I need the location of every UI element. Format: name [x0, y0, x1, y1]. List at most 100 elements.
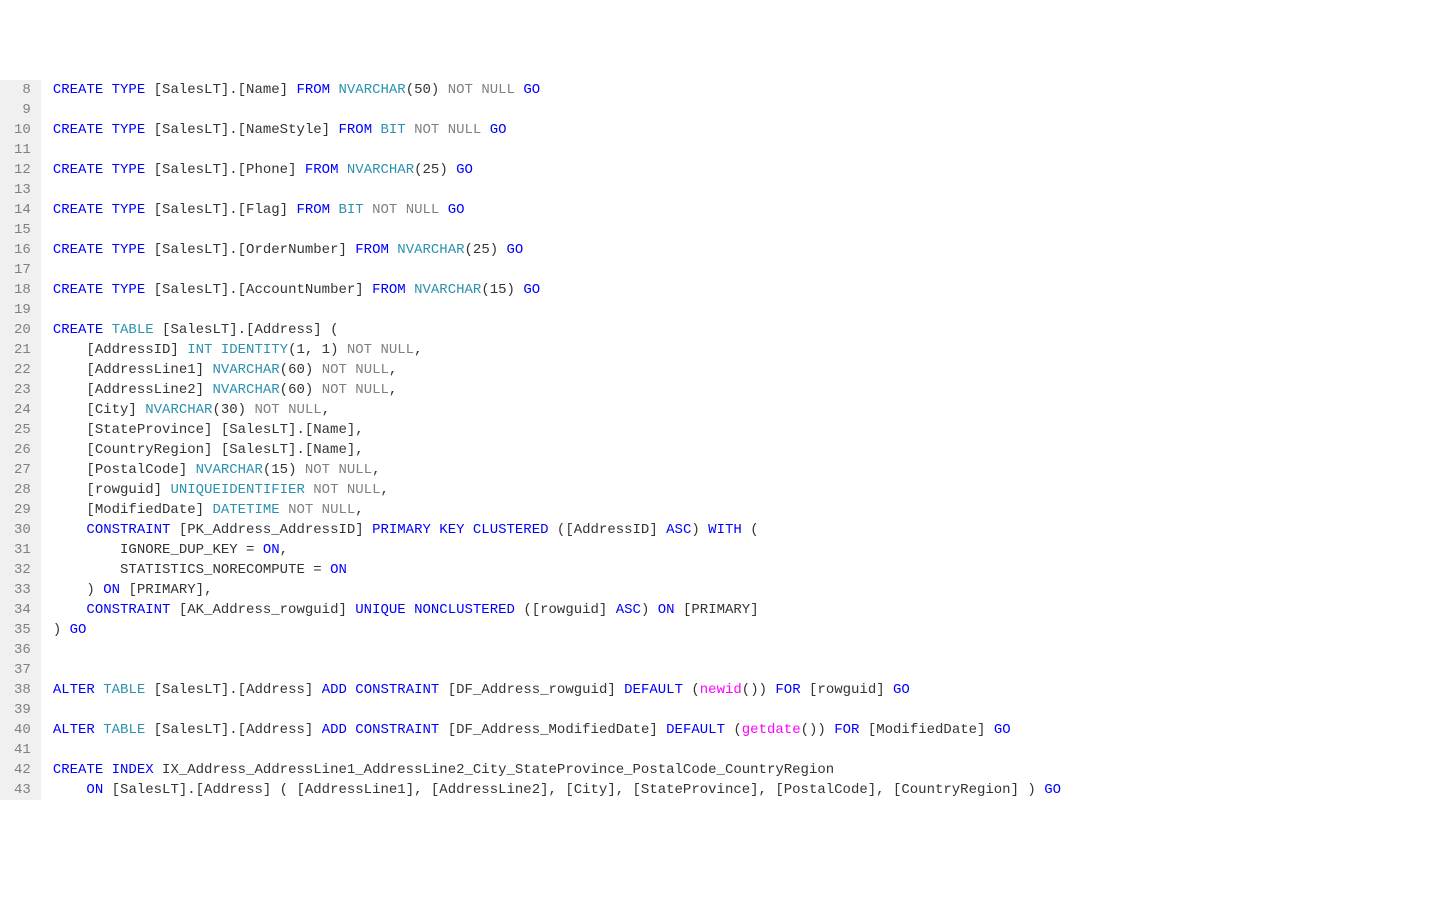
line-number: 21 [14, 340, 31, 360]
token-kw-blue: ON [86, 782, 111, 798]
token-ident: [SalesLT].[Address] [154, 682, 322, 698]
line-number: 9 [14, 100, 31, 120]
token-kw-blue: TYPE [112, 82, 154, 98]
token-kw-blue: GO [994, 722, 1011, 738]
code-line[interactable]: [PostalCode] NVARCHAR(15) NOT NULL, [53, 460, 1446, 480]
code-line[interactable] [53, 660, 1446, 680]
token-kw-teal: NVARCHAR [397, 242, 464, 258]
token-ident: , [372, 462, 380, 478]
token-kw-blue: CREATE [53, 242, 112, 258]
code-line[interactable]: CREATE TYPE [SalesLT].[Flag] FROM BIT NO… [53, 200, 1446, 220]
code-line[interactable]: CREATE TYPE [SalesLT].[OrderNumber] FROM… [53, 240, 1446, 260]
token-kw-blue: GO [1044, 782, 1061, 798]
token-kw-magenta: newid [700, 682, 742, 698]
code-content[interactable]: CREATE TYPE [SalesLT].[Name] FROM NVARCH… [41, 80, 1446, 800]
code-line[interactable]: CREATE TYPE [SalesLT].[Name] FROM NVARCH… [53, 80, 1446, 100]
code-line[interactable] [53, 260, 1446, 280]
code-line[interactable] [53, 300, 1446, 320]
line-number-gutter: 8910111213141516171819202122232425262728… [0, 80, 41, 800]
code-line[interactable]: CREATE TYPE [SalesLT].[Phone] FROM NVARC… [53, 160, 1446, 180]
line-number: 34 [14, 600, 31, 620]
token-ident: ([rowguid] [523, 602, 615, 618]
token-kw-teal: NVARCHAR [347, 162, 414, 178]
token-ident: ) [641, 602, 658, 618]
token-kw-blue: CREATE [53, 82, 112, 98]
line-number: 16 [14, 240, 31, 260]
line-number: 33 [14, 580, 31, 600]
code-line[interactable]: [StateProvince] [SalesLT].[Name], [53, 420, 1446, 440]
code-line[interactable] [53, 740, 1446, 760]
code-line[interactable]: [AddressLine2] NVARCHAR(60) NOT NULL, [53, 380, 1446, 400]
token-ident: [DF_Address_rowguid] [448, 682, 624, 698]
line-number: 13 [14, 180, 31, 200]
token-kw-blue: GO [893, 682, 910, 698]
token-kw-blue: ASC [616, 602, 641, 618]
code-line[interactable]: [rowguid] UNIQUEIDENTIFIER NOT NULL, [53, 480, 1446, 500]
token-kw-blue: ADD CONSTRAINT [322, 722, 448, 738]
token-paren: (60) [280, 362, 322, 378]
code-line[interactable]: [CountryRegion] [SalesLT].[Name], [53, 440, 1446, 460]
code-line[interactable] [53, 700, 1446, 720]
token-ident: ( [750, 522, 758, 538]
code-line[interactable]: ON [SalesLT].[Address] ( [AddressLine1],… [53, 780, 1446, 800]
code-line[interactable]: [ModifiedDate] DATETIME NOT NULL, [53, 500, 1446, 520]
token-kw-teal: NVARCHAR [212, 382, 279, 398]
token-kw-blue: GO [456, 162, 473, 178]
line-number: 17 [14, 260, 31, 280]
code-line[interactable]: ) GO [53, 620, 1446, 640]
code-editor[interactable]: 8910111213141516171819202122232425262728… [0, 80, 1446, 800]
line-number: 11 [14, 140, 31, 160]
token-kw-blue: DEFAULT [624, 682, 691, 698]
code-line[interactable]: CREATE TYPE [SalesLT].[AccountNumber] FR… [53, 280, 1446, 300]
code-line[interactable] [53, 640, 1446, 660]
code-line[interactable]: CREATE TYPE [SalesLT].[NameStyle] FROM B… [53, 120, 1446, 140]
token-kw-blue: FROM [338, 122, 380, 138]
token-ident [53, 522, 87, 538]
token-ident: [AddressLine2] [53, 382, 213, 398]
line-number: 20 [14, 320, 31, 340]
line-number: 31 [14, 540, 31, 560]
token-ident: [SalesLT].[Phone] [154, 162, 305, 178]
code-line[interactable] [53, 220, 1446, 240]
code-line[interactable]: CREATE TABLE [SalesLT].[Address] ( [53, 320, 1446, 340]
token-kw-gray: NOT NULL [313, 482, 380, 498]
token-ident: [ModifiedDate] [868, 722, 994, 738]
token-kw-blue: FROM [372, 282, 414, 298]
code-line[interactable] [53, 100, 1446, 120]
token-ident: [SalesLT].[Name] [154, 82, 297, 98]
token-ident: [SalesLT].[Address] ( [AddressLine1], [A… [112, 782, 1045, 798]
code-line[interactable]: [AddressID] INT IDENTITY(1, 1) NOT NULL, [53, 340, 1446, 360]
token-kw-blue: CREATE [53, 762, 112, 778]
token-ident: , [389, 382, 397, 398]
token-kw-blue: WITH [708, 522, 750, 538]
code-line[interactable]: CREATE INDEX IX_Address_AddressLine1_Add… [53, 760, 1446, 780]
code-line[interactable]: STATISTICS_NORECOMPUTE = ON [53, 560, 1446, 580]
code-line[interactable]: ALTER TABLE [SalesLT].[Address] ADD CONS… [53, 680, 1446, 700]
code-line[interactable]: [City] NVARCHAR(30) NOT NULL, [53, 400, 1446, 420]
code-line[interactable] [53, 180, 1446, 200]
token-kw-blue: ON [330, 562, 347, 578]
token-ident: [AddressLine1] [53, 362, 213, 378]
token-ident: [SalesLT].[OrderNumber] [154, 242, 356, 258]
line-number: 10 [14, 120, 31, 140]
code-line[interactable]: CONSTRAINT [AK_Address_rowguid] UNIQUE N… [53, 600, 1446, 620]
code-line[interactable]: ) ON [PRIMARY], [53, 580, 1446, 600]
token-kw-teal: NVARCHAR [196, 462, 263, 478]
token-kw-blue: CREATE [53, 122, 112, 138]
token-kw-blue: PRIMARY KEY CLUSTERED [372, 522, 557, 538]
token-paren: (25) [465, 242, 507, 258]
code-line[interactable]: [AddressLine1] NVARCHAR(60) NOT NULL, [53, 360, 1446, 380]
token-kw-blue: UNIQUE NONCLUSTERED [355, 602, 523, 618]
line-number: 38 [14, 680, 31, 700]
code-line[interactable]: CONSTRAINT [PK_Address_AddressID] PRIMAR… [53, 520, 1446, 540]
token-kw-blue: ON [658, 602, 683, 618]
token-kw-blue: TYPE [112, 282, 154, 298]
token-kw-blue: TYPE [112, 202, 154, 218]
line-number: 35 [14, 620, 31, 640]
code-line[interactable] [53, 140, 1446, 160]
token-kw-blue: DEFAULT [666, 722, 733, 738]
token-kw-blue: CREATE [53, 162, 112, 178]
code-line[interactable]: IGNORE_DUP_KEY = ON, [53, 540, 1446, 560]
code-line[interactable]: ALTER TABLE [SalesLT].[Address] ADD CONS… [53, 720, 1446, 740]
token-kw-blue: CONSTRAINT [86, 602, 178, 618]
